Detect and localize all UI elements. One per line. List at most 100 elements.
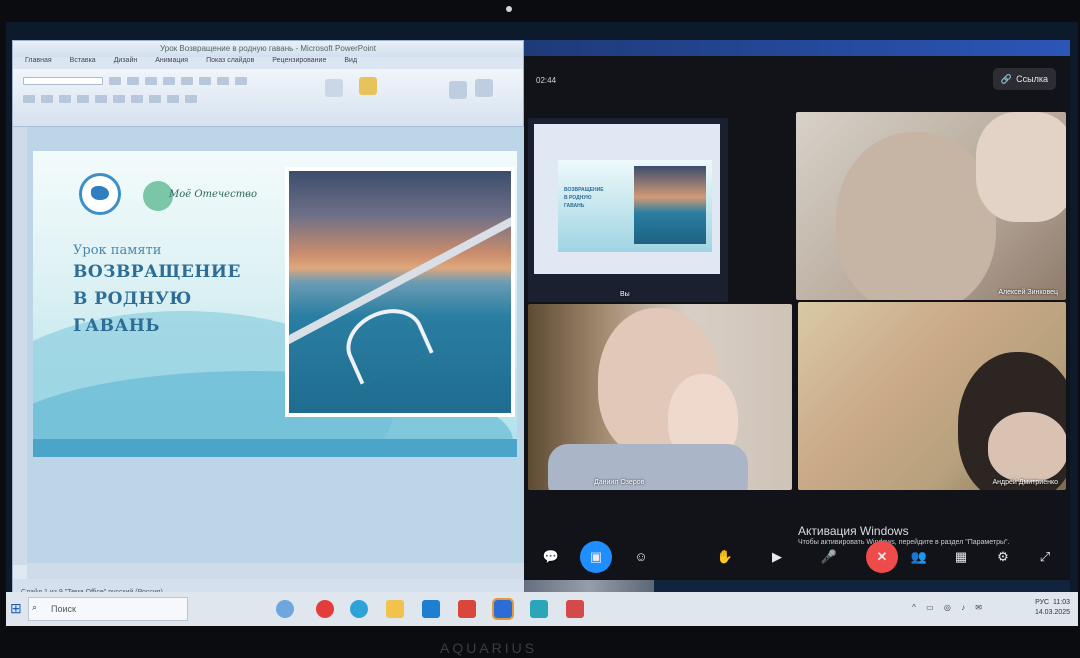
align-right-icon[interactable]: [167, 95, 179, 103]
app-icon[interactable]: [530, 600, 548, 618]
shared-slide-title-line: ВОЗВРАЩЕНИЕ: [564, 187, 604, 193]
slide-canvas[interactable]: Моё Отечество Урок памяти ВОЗВРАЩЕНИЕ В …: [33, 151, 517, 457]
shared-slide-title-line: В РОДНУЮ: [564, 195, 592, 201]
tab-slideshow[interactable]: Показ слайдов: [206, 57, 254, 69]
italic-icon[interactable]: [41, 95, 53, 103]
bridge-photo-image: [289, 171, 511, 413]
participant-name: Даниил Озеров: [594, 479, 645, 486]
ribbon: [13, 69, 523, 127]
participant-name: Вы: [620, 291, 630, 298]
app-icon[interactable]: [458, 600, 476, 618]
tab-insert[interactable]: Вставка: [70, 57, 96, 69]
clock[interactable]: РУС 11:03 14.03.2025: [1035, 598, 1070, 618]
project-logo-text: Моё Отечество: [169, 189, 258, 200]
system-tray-icons[interactable]: ^ ▭ ◎ ♪ ✉: [912, 603, 986, 612]
horizontal-scrollbar[interactable]: [27, 563, 525, 579]
microphone-icon[interactable]: 🎤: [818, 546, 840, 568]
bridge-photo: [285, 167, 515, 417]
participants-icon[interactable]: 👥: [908, 546, 930, 568]
meeting-app-icon[interactable]: [492, 598, 514, 620]
desktop-screen: Урок Возвращение в родную гавань - Micro…: [6, 22, 1078, 626]
find-icon[interactable]: [449, 81, 467, 99]
call-controls-bar: 💬 ▣ ☺ ✋ ▶ 🎤 ✕ 👥 ▦ ⚙ ⤢: [524, 534, 1070, 580]
powerpoint-window: Урок Возвращение в родную гавань - Micro…: [12, 40, 525, 606]
store-icon[interactable]: [422, 600, 440, 618]
shapes-icon[interactable]: [325, 79, 343, 97]
copy-link-button[interactable]: 🔗 Ссылка: [992, 68, 1056, 90]
participant-face: [836, 132, 996, 300]
video-meeting-window: 02:44 🔗 Ссылка ВОЗВРАЩЕНИЕ В РОДНУЮ ГАВА…: [524, 40, 1070, 606]
participant-name: Алексей Зинковец: [998, 289, 1058, 296]
language-indicator[interactable]: РУС: [1035, 599, 1049, 606]
clear-format-icon[interactable]: [163, 77, 175, 85]
webcam-indicator: [506, 6, 512, 12]
participant-hand: [976, 112, 1066, 222]
chat-icon[interactable]: 💬: [540, 546, 562, 568]
screen-share-icon[interactable]: ▣: [580, 541, 612, 573]
font-color-icon[interactable]: [113, 95, 125, 103]
shared-screen-thumbnail: ВОЗВРАЩЕНИЕ В РОДНУЮ ГАВАНЬ: [534, 124, 720, 274]
slide-pretitle: Урок памяти: [73, 243, 162, 258]
bold-icon[interactable]: [23, 95, 35, 103]
tab-review[interactable]: Рецензирование: [272, 57, 326, 69]
font-size-field[interactable]: [109, 77, 121, 85]
shared-slide-thumbnail: ВОЗВРАЩЕНИЕ В РОДНУЮ ГАВАНЬ: [558, 160, 712, 252]
meeting-titlebar: [524, 40, 1070, 56]
opera-icon[interactable]: [316, 600, 334, 618]
strike-icon[interactable]: [77, 95, 89, 103]
tab-design[interactable]: Дизайн: [114, 57, 138, 69]
line-spacing-icon[interactable]: [235, 77, 247, 85]
camera-icon[interactable]: ▶: [766, 546, 788, 568]
layout-icon[interactable]: ▦: [950, 546, 972, 568]
clock-date: 14.03.2025: [1034, 609, 1070, 616]
monitor-brand-logo: AQUARIUS: [440, 640, 538, 656]
participant-shirt: [548, 444, 748, 490]
shared-slide-photo: [634, 166, 706, 244]
organization-logo: [79, 173, 121, 215]
settings-icon[interactable]: ⚙: [992, 546, 1014, 568]
monitor-bezel: Урок Возвращение в родную гавань - Micro…: [0, 0, 1080, 658]
tab-animation[interactable]: Анимация: [155, 57, 188, 69]
link-icon: 🔗: [1000, 74, 1013, 84]
reactions-icon[interactable]: ☺: [630, 546, 652, 568]
powerpoint-app-icon[interactable]: [566, 600, 584, 618]
align-left-icon[interactable]: [131, 95, 143, 103]
raise-hand-icon[interactable]: ✋: [714, 546, 736, 568]
clock-time: 11:03: [1053, 599, 1070, 606]
shared-slide-title-line: ГАВАНЬ: [564, 203, 585, 209]
slide-footer-strip: [33, 439, 517, 457]
shrink-font-icon[interactable]: [145, 77, 157, 85]
video-tile-participant[interactable]: Алексей Зинковец: [796, 112, 1066, 300]
slide-title: ВОЗВРАЩЕНИЕ В РОДНУЮ ГАВАНЬ: [73, 259, 273, 340]
font-name-field[interactable]: [23, 77, 103, 85]
video-tile-participant[interactable]: Даниил Озеров: [528, 304, 792, 490]
cortana-icon[interactable]: [276, 600, 294, 618]
ribbon-tabs: Главная Вставка Дизайн Анимация Показ сл…: [13, 57, 523, 69]
search-input[interactable]: Поиск: [28, 597, 188, 621]
indent-icon[interactable]: [217, 77, 229, 85]
quick-styles-icon[interactable]: [359, 77, 377, 95]
grow-font-icon[interactable]: [127, 77, 139, 85]
search-icon: ⌕: [32, 602, 38, 612]
file-explorer-icon[interactable]: [386, 600, 404, 618]
copy-link-label: Ссылка: [1016, 74, 1048, 84]
video-tile-participant[interactable]: Андрей Дмитриенко: [798, 302, 1066, 490]
slide-title-line: ГАВАНЬ: [73, 316, 160, 336]
replace-icon[interactable]: [475, 79, 493, 97]
tab-home[interactable]: Главная: [25, 57, 52, 69]
numbering-icon[interactable]: [199, 77, 211, 85]
start-button[interactable]: ⊞: [10, 600, 22, 617]
shared-slide-title: ВОЗВРАЩЕНИЕ В РОДНУЮ ГАВАНЬ: [564, 186, 634, 210]
window-title: Урок Возвращение в родную гавань - Micro…: [13, 41, 523, 57]
align-center-icon[interactable]: [149, 95, 161, 103]
end-call-icon[interactable]: ✕: [866, 541, 898, 573]
shadow-icon[interactable]: [95, 95, 107, 103]
video-tile-self[interactable]: ВОЗВРАЩЕНИЕ В РОДНУЮ ГАВАНЬ Вы: [528, 118, 728, 302]
fullscreen-icon[interactable]: ⤢: [1034, 546, 1056, 568]
vertical-scrollbar[interactable]: [13, 127, 27, 565]
bullets-icon[interactable]: [181, 77, 193, 85]
tab-view[interactable]: Вид: [344, 57, 357, 69]
justify-icon[interactable]: [185, 95, 197, 103]
edge-icon[interactable]: [350, 600, 368, 618]
underline-icon[interactable]: [59, 95, 71, 103]
